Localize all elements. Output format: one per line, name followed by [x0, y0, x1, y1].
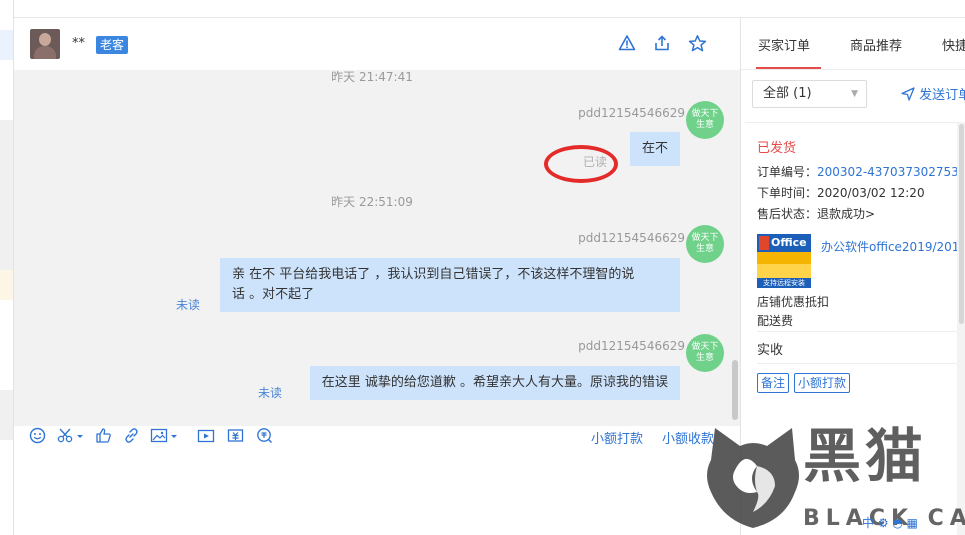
- coupon-icon[interactable]: [225, 427, 245, 447]
- right-panel-scrollbar[interactable]: [957, 122, 965, 535]
- left-strip-block: [0, 390, 13, 440]
- shop-avatar-badge: 做天下 生意: [686, 101, 724, 139]
- share-icon[interactable]: [652, 34, 672, 54]
- order-time-row: 下单时间：2020/03/02 12:20: [757, 186, 925, 200]
- tab-product-recommend[interactable]: 商品推荐: [850, 35, 902, 54]
- app-window: ** 老客 昨天 21:47:41 pdd12154546629 做天下 生意 在…: [0, 0, 965, 535]
- scissors-icon[interactable]: [56, 427, 86, 447]
- order-card: 已发货 订单编号：200302-437037302753191 下单时间：202…: [745, 122, 965, 402]
- chat-panel: ** 老客 昨天 21:47:41 pdd12154546629 做天下 生意 在…: [14, 18, 740, 535]
- message-input[interactable]: [14, 466, 740, 535]
- small-transfer-link[interactable]: 小额打款: [591, 428, 643, 447]
- order-number-link[interactable]: 200302-437037302753191: [817, 165, 965, 179]
- system-tray: 中 ⚙ ◓ ▦: [862, 516, 919, 530]
- order-filter-select[interactable]: 全部 (1) ▼: [752, 80, 867, 108]
- order-number-row: 订单编号：200302-437037302753191: [757, 163, 965, 180]
- warning-icon[interactable]: [617, 34, 637, 54]
- shop-avatar-badge: 做天下 生意: [686, 225, 724, 263]
- send-icon: [901, 87, 915, 101]
- sender-name: pdd12154546629: [578, 106, 685, 120]
- dropdown-arrow-icon: ▼: [851, 89, 858, 99]
- message-bubble[interactable]: 亲 在不 平台给我电话了 ，我认识到自己错误了，不该这样不理智的说 话 。对不起…: [220, 258, 680, 312]
- video-icon[interactable]: [196, 427, 216, 447]
- read-status: 未读: [258, 386, 283, 400]
- avatar[interactable]: [30, 29, 60, 59]
- product-thumbnail[interactable]: Office 支持远程安装: [757, 234, 811, 288]
- timestamp: 昨天 21:47:41: [331, 70, 413, 84]
- emoji-icon[interactable]: [27, 427, 47, 447]
- shipping-label: 配送费: [757, 314, 794, 328]
- left-strip-block: [0, 270, 13, 300]
- timestamp: 昨天 22:51:09: [331, 195, 413, 209]
- after-sale-row[interactable]: 售后状态：退款成功>: [757, 205, 875, 222]
- order-status: 已发货: [757, 141, 797, 156]
- red-annotation-circle: [544, 145, 618, 183]
- image-icon[interactable]: [150, 427, 180, 447]
- chat-header: ** 老客: [14, 18, 740, 70]
- customer-tag: 老客: [96, 36, 129, 54]
- link-icon[interactable]: [121, 427, 141, 447]
- right-panel: 买家订单 商品推荐 快捷 全部 (1) ▼ 发送订单 已发货 订单编号：2003…: [740, 18, 965, 535]
- read-status: 未读: [176, 298, 201, 312]
- product-title-link[interactable]: 办公软件office2019/2016/: [821, 238, 965, 255]
- left-strip-block: [0, 120, 13, 270]
- customer-name: **: [72, 36, 85, 51]
- message-list[interactable]: 昨天 21:47:41 pdd12154546629 做天下 生意 在不 已读 昨…: [14, 70, 730, 426]
- tab-buyer-orders[interactable]: 买家订单: [758, 35, 810, 54]
- top-strip: [0, 0, 965, 18]
- tab-quick-reply[interactable]: 快捷: [942, 35, 965, 54]
- thumb-up-icon[interactable]: [93, 427, 113, 447]
- note-button[interactable]: 备注: [757, 373, 790, 393]
- paid-label: 实收: [757, 343, 784, 358]
- star-icon[interactable]: [687, 34, 707, 54]
- message-bubble[interactable]: 在不: [629, 132, 680, 166]
- left-strip-active-item[interactable]: [0, 30, 13, 60]
- sender-name: pdd12154546629: [578, 339, 685, 353]
- small-transfer-button[interactable]: 小额打款: [794, 373, 851, 393]
- message-scrollbar[interactable]: [730, 70, 740, 426]
- small-collect-link[interactable]: 小额收款: [662, 428, 714, 447]
- left-sidebar-strip: [0, 0, 14, 535]
- search-order-icon[interactable]: [254, 427, 274, 447]
- message-bubble[interactable]: 在这里 诚挚的给您道歉 。希望亲大人有大量。原谅我的错误: [309, 366, 680, 400]
- send-order-button[interactable]: 发送订单: [901, 84, 965, 103]
- shop-avatar-badge: 做天下 生意: [686, 334, 724, 372]
- sender-name: pdd12154546629: [578, 231, 685, 245]
- discount-label: 店铺优惠抵扣: [757, 295, 830, 309]
